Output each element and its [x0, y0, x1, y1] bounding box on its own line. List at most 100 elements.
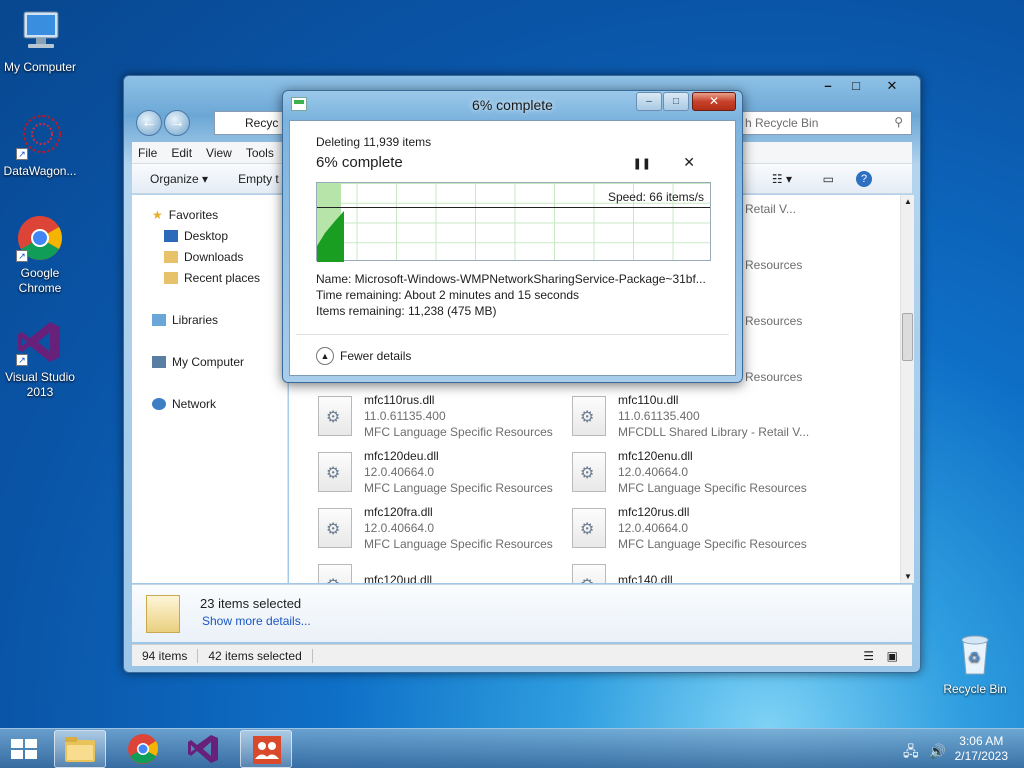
- dll-file-icon: [318, 508, 352, 548]
- file-version: 12.0.40664.0: [364, 465, 435, 479]
- dialog-maximize-button[interactable]: □: [663, 92, 689, 111]
- list-item[interactable]: mfc140.dll: [572, 561, 822, 583]
- desktop-icon-datawagon[interactable]: ↗ DataWagon...: [0, 112, 80, 179]
- dialog-body: Deleting 11,939 items 6% complete ❚❚ ✕ S…: [289, 120, 736, 376]
- preview-pane-icon[interactable]: ▭: [823, 172, 834, 186]
- shortcut-arrow-icon: ↗: [16, 250, 28, 262]
- dialog-minimize-button[interactable]: –: [636, 92, 662, 111]
- status-bar: 94 items 42 items selected ☰ ▣: [132, 644, 912, 666]
- address-text: Recyc: [245, 116, 279, 130]
- scrollbar-thumb[interactable]: [902, 313, 913, 361]
- file-description: MFC Language Specific Resources: [618, 481, 807, 495]
- list-item[interactable]: mfc120ud.dll: [318, 561, 568, 583]
- view-options-icon[interactable]: ☷ ▾: [772, 172, 792, 186]
- minimize-button[interactable]: –: [814, 76, 842, 95]
- desktop-icon-label: Visual Studio 2013: [5, 370, 75, 399]
- search-input[interactable]: h Recycle Bin ⚲: [736, 111, 912, 135]
- nav-favorites[interactable]: ★ Favorites: [152, 207, 218, 223]
- search-placeholder: h Recycle Bin: [745, 116, 819, 130]
- nav-desktop[interactable]: Desktop: [164, 228, 228, 244]
- back-button[interactable]: ←: [136, 110, 162, 136]
- taskbar-visual-studio-button[interactable]: [178, 730, 230, 768]
- desktop-icon-visual-studio[interactable]: ↗ Visual Studio 2013: [0, 318, 80, 400]
- close-button[interactable]: ✕: [870, 76, 914, 95]
- vertical-scrollbar[interactable]: ▲ ▼: [900, 195, 914, 583]
- details-selected-count: 23 items selected: [200, 596, 302, 611]
- empty-recycle-bin-button[interactable]: Empty t: [238, 172, 279, 186]
- libraries-icon: [152, 314, 166, 326]
- recent-places-icon: [164, 272, 178, 284]
- help-icon[interactable]: ?: [856, 170, 872, 187]
- network-icon: [152, 398, 166, 410]
- fewer-details-button[interactable]: ▲ Fewer details: [316, 347, 411, 365]
- recycle-bin-icon: ♻: [951, 630, 999, 678]
- menu-file[interactable]: File: [138, 146, 157, 160]
- nav-libraries-label: Libraries: [172, 313, 219, 327]
- file-name: mfc120rus.dll: [618, 505, 690, 519]
- list-item[interactable]: mfc110rus.dll 11.0.61135.400 MFC Languag…: [318, 393, 568, 441]
- taskbar-users-app-button[interactable]: [240, 730, 292, 768]
- speed-text: Speed: 66 items/s: [607, 190, 704, 204]
- desktop-icon-recycle-bin[interactable]: ♻ Recycle Bin: [935, 630, 1015, 697]
- organize-button[interactable]: Organize ▾: [150, 172, 208, 186]
- start-button[interactable]: [8, 735, 42, 763]
- list-item[interactable]: mfc120fra.dll 12.0.40664.0 MFC Language …: [318, 505, 568, 553]
- volume-icon[interactable]: 🔊: [929, 743, 946, 759]
- show-more-details-link[interactable]: Show more details...: [202, 614, 311, 628]
- forward-button[interactable]: →: [164, 110, 190, 136]
- tiles-view-icon[interactable]: ▣: [877, 649, 908, 663]
- menu-edit[interactable]: Edit: [171, 146, 192, 160]
- file-description: MFC Language Specific Resources: [364, 481, 553, 495]
- network-status-icon[interactable]: 🖧: [903, 743, 919, 759]
- pause-button[interactable]: ❚❚: [633, 157, 651, 170]
- list-item[interactable]: mfc110u.dll 11.0.61135.400 MFCDLL Shared…: [572, 393, 822, 441]
- file-version: 12.0.40664.0: [618, 521, 689, 535]
- deleting-count-text: Deleting 11,939 items: [316, 135, 432, 149]
- navigation-pane: ★ Favorites Desktop Downloads Recent pla…: [132, 195, 288, 583]
- nav-favorites-label: Favorites: [168, 208, 219, 222]
- dll-file-icon: [318, 452, 352, 492]
- maximize-button[interactable]: □: [842, 76, 870, 95]
- dll-file-icon: [572, 452, 606, 492]
- taskbar-explorer-button[interactable]: [54, 730, 106, 768]
- star-icon: ★: [152, 208, 163, 222]
- scroll-down-arrow-icon[interactable]: ▼: [904, 572, 912, 581]
- computer-icon: [16, 8, 64, 56]
- desktop-icon-my-computer[interactable]: My Computer: [0, 8, 80, 75]
- menu-view[interactable]: View: [206, 146, 232, 160]
- nav-network[interactable]: Network: [152, 396, 216, 412]
- taskbar-chrome-button[interactable]: [117, 730, 169, 768]
- file-name: mfc120enu.dll: [618, 449, 693, 463]
- scroll-up-arrow-icon[interactable]: ▲: [904, 197, 912, 206]
- nav-libraries[interactable]: Libraries: [152, 312, 218, 328]
- dll-file-icon: [572, 396, 606, 436]
- nav-my-computer[interactable]: My Computer: [152, 354, 244, 370]
- dll-file-icon: [572, 564, 606, 583]
- dialog-close-button[interactable]: ✕: [692, 92, 736, 111]
- list-item[interactable]: mfc120deu.dll 12.0.40664.0 MFC Language …: [318, 449, 568, 497]
- list-item[interactable]: mfc120enu.dll 12.0.40664.0 MFC Language …: [572, 449, 822, 497]
- menu-tools[interactable]: Tools: [246, 146, 274, 160]
- desktop-icon-label: DataWagon...: [3, 164, 77, 178]
- shortcut-arrow-icon: ↗: [16, 354, 28, 366]
- progress-graph: Speed: 66 items/s: [316, 182, 711, 262]
- file-name: mfc140.dll: [618, 573, 673, 583]
- status-item-count: 94 items: [132, 648, 199, 663]
- file-description: MFC Language Specific Resources: [618, 537, 807, 551]
- list-item[interactable]: mfc120rus.dll 12.0.40664.0 MFC Language …: [572, 505, 822, 553]
- time-remaining-text: Time remaining: About 2 minutes and 15 s…: [316, 288, 580, 302]
- nav-downloads[interactable]: Downloads: [164, 249, 243, 265]
- file-name: mfc110rus.dll: [364, 393, 435, 407]
- nav-recent-places[interactable]: Recent places: [164, 270, 260, 286]
- speed-line: [317, 207, 710, 208]
- clock-time: 3:06 AM: [959, 734, 1004, 748]
- dll-file-icon: [318, 564, 352, 583]
- status-selected-count: 42 items selected: [198, 648, 313, 663]
- users-icon: [253, 736, 281, 764]
- clock[interactable]: 3:06 AM 2/17/2023: [955, 734, 1008, 764]
- cancel-button[interactable]: ✕: [683, 154, 695, 171]
- datawagon-icon: ↗: [16, 112, 64, 160]
- file-description: MFCDLL Shared Library - Retail V...: [618, 425, 810, 439]
- file-version: 11.0.61135.400: [364, 409, 446, 423]
- desktop-icon-chrome[interactable]: ↗ Google Chrome: [0, 214, 80, 296]
